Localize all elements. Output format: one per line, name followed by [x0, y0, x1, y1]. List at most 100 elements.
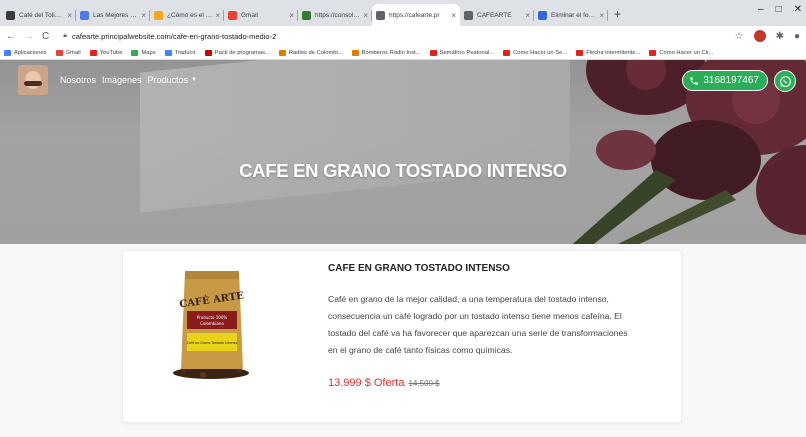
minimize-button[interactable]: –: [758, 4, 764, 15]
bookmark-item[interactable]: Radios de Colombi...: [278, 49, 343, 56]
nav-link-productos[interactable]: Productos: [148, 75, 189, 85]
tab-close-icon[interactable]: ×: [215, 11, 220, 20]
tab-title: Las Mejores Fotogr: [93, 11, 140, 19]
phone-icon: [690, 76, 699, 85]
product-title: CAFE EN GRANO TOSTADO INTENSO: [328, 263, 510, 274]
tab-favicon-icon: [6, 10, 15, 20]
tab-favicon-icon: [154, 10, 163, 20]
tab-list: Café del Tolima, Co×Las Mejores Fotogr×¿…: [2, 0, 608, 26]
tab-close-icon[interactable]: ×: [525, 11, 530, 20]
browser-tab[interactable]: https://consola.lau×: [298, 4, 372, 26]
web-page: Nosotros Imágenes Productos ▼ 3168197467…: [0, 60, 806, 437]
bookmark-item[interactable]: Como Hacer un Cir...: [649, 49, 714, 56]
offer-price: 13.999 $ Oferta: [328, 377, 405, 389]
bookmark-favicon-icon: [164, 49, 172, 56]
bookmark-label: Bomberos Radio Inst...: [361, 49, 421, 56]
bookmark-favicon-icon: [351, 49, 359, 56]
tab-favicon-icon: [464, 10, 473, 20]
bookmark-label: Gmail: [65, 49, 81, 56]
tab-close-icon[interactable]: ×: [67, 11, 72, 20]
tab-title: Eliminar el fondo: [551, 11, 598, 19]
bookmark-favicon-icon: [204, 49, 212, 56]
nav-link-imagenes[interactable]: Imágenes: [102, 75, 142, 85]
bookmark-favicon-icon: [55, 49, 63, 56]
close-window-button[interactable]: ✕: [794, 4, 802, 15]
tab-title: https://consola.lau: [315, 11, 361, 19]
phone-button[interactable]: 3168197467: [682, 70, 768, 91]
tab-favicon-icon: [302, 10, 311, 20]
bookmark-label: Como Hacer un Cir...: [659, 49, 714, 56]
bag-line1-text: Producto 100%: [197, 315, 228, 320]
tab-close-icon[interactable]: ×: [599, 11, 604, 20]
bookmark-label: YouTube: [99, 49, 123, 56]
browser-tab[interactable]: Eliminar el fondo ×: [534, 4, 608, 26]
url-text: cafearte.principalwebsite.com/cafe-en-gr…: [71, 31, 277, 41]
bookmark-favicon-icon: [649, 49, 657, 56]
tab-favicon-icon: [538, 10, 547, 20]
bookmark-item[interactable]: Traducir: [164, 49, 196, 56]
browser-tab[interactable]: https://cafearte.pr ×: [372, 4, 460, 26]
bookmark-item[interactable]: Flecha intermitente...: [576, 49, 640, 56]
tab-title: ¿Cómo es el proce: [167, 11, 213, 19]
tab-title: Gmail: [241, 11, 258, 19]
browser-tab[interactable]: CAFEARTE ×: [460, 4, 534, 26]
bookmark-item[interactable]: YouTube: [89, 49, 123, 56]
bookmark-favicon-icon: [503, 49, 511, 56]
bookmark-item[interactable]: Maps: [131, 49, 156, 56]
bookmark-item[interactable]: Semáforo Peatonal...: [429, 49, 495, 56]
back-arrow-icon[interactable]: ←: [6, 31, 16, 42]
new-tab-button[interactable]: +: [614, 7, 621, 21]
bookmark-label: Semáforo Peatonal...: [439, 49, 495, 56]
reload-icon[interactable]: C: [42, 31, 49, 42]
bag-line2-text: Colombiano: [200, 321, 224, 326]
bookmark-label: Traducir: [174, 49, 196, 56]
tab-close-icon[interactable]: ×: [451, 11, 456, 20]
bookmark-label: Aplicaciones: [14, 49, 47, 56]
bookmark-favicon-icon: [131, 49, 139, 56]
tab-title: CAFEARTE: [477, 11, 512, 19]
bookmark-label: Pack de programas...: [214, 49, 270, 56]
tab-title: https://cafearte.pr: [389, 11, 440, 19]
product-price: 13.999 $ Oferta 14.500 $: [328, 377, 440, 389]
bookmark-item[interactable]: Gmail: [55, 49, 81, 56]
extensions-puzzle-icon[interactable]: ✱: [776, 31, 784, 42]
browser-tab[interactable]: Café del Tolima, Co×: [2, 4, 76, 26]
whatsapp-button[interactable]: [774, 70, 796, 92]
maximize-button[interactable]: □: [776, 4, 782, 15]
bookmark-item[interactable]: Como Hacer un Se...: [503, 49, 568, 56]
chevron-down-icon[interactable]: ▼: [191, 77, 197, 83]
profile-icon[interactable]: ●: [794, 31, 800, 42]
lock-icon: 🔒︎: [63, 32, 67, 39]
product-card: CAFÉ ARTE Producto 100% Colombiano Café …: [122, 250, 682, 423]
forward-arrow-icon[interactable]: →: [24, 31, 34, 42]
bookmark-label: Radios de Colombi...: [288, 49, 343, 56]
bookmark-favicon-icon: [89, 49, 97, 56]
bookmark-favicon-icon: [576, 49, 584, 56]
tab-close-icon[interactable]: ×: [141, 11, 146, 20]
nav-link-nosotros[interactable]: Nosotros: [60, 75, 96, 85]
bookmark-item[interactable]: Bomberos Radio Inst...: [351, 49, 421, 56]
site-logo[interactable]: [18, 65, 48, 95]
coffee-bag-image: CAFÉ ARTE Producto 100% Colombiano Café …: [173, 271, 249, 379]
tab-favicon-icon: [228, 10, 237, 20]
address-bar[interactable]: 🔒︎ cafearte.principalwebsite.com/cafe-en…: [57, 28, 726, 44]
browser-toolbar: ← → C 🔒︎ cafearte.principalwebsite.com/c…: [0, 26, 806, 46]
bookmark-favicon-icon: [278, 49, 286, 56]
site-navbar: Nosotros Imágenes Productos ▼ 3168197467: [0, 60, 806, 100]
bookmark-item[interactable]: Pack de programas...: [204, 49, 270, 56]
browser-tab[interactable]: Las Mejores Fotogr×: [76, 4, 150, 26]
old-price: 14.500 $: [408, 379, 440, 388]
bookmark-star-icon[interactable]: ☆: [735, 31, 744, 42]
bookmark-favicon-icon: [4, 49, 11, 56]
window-controls: – □ ✕: [758, 4, 802, 15]
tab-strip: Café del Tolima, Co×Las Mejores Fotogr×¿…: [0, 0, 806, 26]
bookmark-label: Como Hacer un Se...: [513, 49, 568, 56]
tab-close-icon[interactable]: ×: [363, 11, 368, 20]
tab-close-icon[interactable]: ×: [289, 11, 294, 20]
bookmark-item[interactable]: Aplicaciones: [4, 49, 47, 56]
extension-icon[interactable]: [753, 30, 766, 42]
browser-tab[interactable]: ¿Cómo es el proce×: [150, 4, 224, 26]
phone-number: 3168197467: [703, 75, 759, 86]
browser-tab[interactable]: Gmail ×: [224, 4, 298, 26]
hero-title: CAFE EN GRANO TOSTADO INTENSO: [239, 160, 567, 181]
